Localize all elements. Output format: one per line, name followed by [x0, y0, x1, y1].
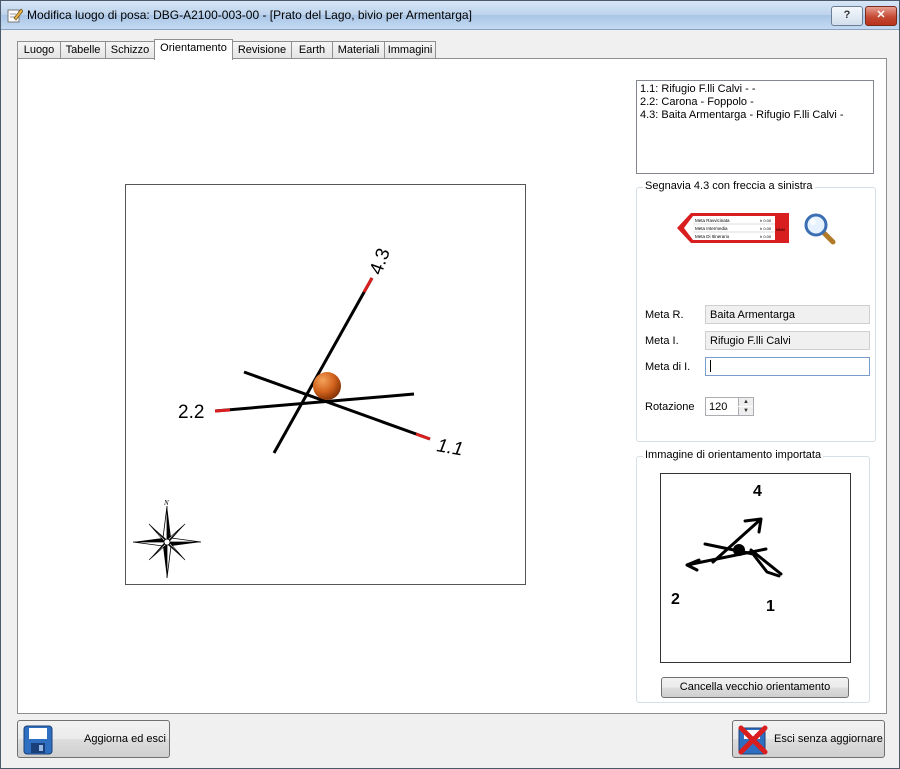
rotazione-value: 120 — [709, 401, 728, 413]
direction-line-4-3 — [272, 277, 374, 454]
sketch-label-2: 2 — [671, 591, 680, 608]
list-item[interactable]: 2.2: Carona - Foppolo - — [640, 96, 870, 109]
rotazione-label: Rotazione — [645, 401, 695, 413]
rotazione-spinner[interactable]: 120 ▲ ▼ — [705, 397, 754, 416]
window-title: Modifica luogo di posa: DBG-A2100-003-00… — [27, 8, 472, 22]
sign-row-label: Meta Di Itinerario — [695, 234, 730, 239]
title-bar[interactable]: Modifica luogo di posa: DBG-A2100-003-00… — [1, 1, 899, 30]
tab-label: Earth — [298, 44, 326, 56]
text-cursor — [710, 360, 711, 373]
tab-label: Immagini — [387, 44, 433, 56]
tab-label: Orientamento — [160, 42, 227, 54]
orientation-canvas[interactable]: 4.3 2.2 1.1 N — [125, 184, 526, 585]
tab-schizzo[interactable]: Schizzo — [105, 41, 155, 59]
cancel-orientation-button[interactable]: Cancella vecchio orientamento — [661, 677, 849, 698]
close-icon: ✕ — [876, 9, 886, 21]
imported-orientation-image: 4 2 1 — [660, 473, 851, 663]
meta-r-field: Baita Armentarga — [705, 305, 870, 324]
compass-north-label: N — [163, 499, 169, 507]
meta-di-i-label: Meta di I. — [645, 361, 691, 373]
meta-r-label: Meta R. — [645, 309, 684, 321]
close-button[interactable]: ✕ — [865, 6, 897, 26]
help-icon: ? — [843, 9, 851, 21]
tab-earth[interactable]: Earth — [291, 41, 333, 59]
imported-group-title: Immagine di orientamento importata — [643, 449, 824, 461]
tab-label: Revisione — [237, 44, 287, 56]
sign-row-label: Meta Ravvicinata — [695, 218, 730, 223]
tab-label: Materiali — [337, 44, 380, 56]
tab-label: Schizzo — [110, 44, 150, 56]
trail-sign-arrow-icon: Meta Ravvicinata Meta Intermedia Meta Di… — [677, 213, 789, 243]
meta-i-field: Rifugio F.lli Calvi — [705, 331, 870, 350]
tab-label: Tabelle — [65, 44, 101, 56]
list-item[interactable]: 1.1: Rifugio F.lli Calvi - - — [640, 83, 870, 96]
imported-sketch: 4 2 1 — [671, 483, 783, 615]
save-and-exit-label: Aggiorna ed esci — [84, 733, 166, 745]
cancel-orientation-label: Cancella vecchio orientamento — [679, 681, 831, 693]
help-button[interactable]: ? — [831, 6, 863, 26]
floppy-disk-icon — [23, 725, 53, 755]
sketch-label-1: 1 — [766, 598, 775, 615]
tab-tabelle[interactable]: Tabelle — [60, 41, 106, 59]
tab-revisione[interactable]: Revisione — [232, 41, 292, 59]
sketch-label-4: 4 — [753, 483, 762, 500]
compass-rose-icon: N — [132, 499, 202, 579]
label-1-1: 1.1 — [435, 435, 465, 460]
meta-di-i-input[interactable] — [705, 357, 870, 376]
save-and-exit-button[interactable]: Aggiorna ed esci — [17, 720, 170, 758]
direction-tip-2-2 — [214, 408, 231, 413]
edit-pencil-icon — [7, 8, 23, 23]
sign-group-title: Segnavia 4.3 con freccia a sinistra — [643, 180, 815, 192]
label-4-3: 4.3 — [366, 246, 395, 278]
center-marker — [313, 372, 341, 400]
list-item[interactable]: 4.3: Baita Armentarga - Rifugio F.lli Ca… — [640, 109, 870, 122]
direction-tip-4-3 — [362, 277, 374, 293]
exit-without-saving-label: Esci senza aggiornare — [774, 733, 883, 745]
sign-time: h 0.00 — [760, 218, 772, 223]
tab-label: Luogo — [23, 44, 55, 56]
spin-down-icon[interactable]: ▼ — [738, 407, 753, 415]
tab-orientamento[interactable]: Orientamento — [154, 39, 233, 60]
direction-tip-1-1 — [415, 432, 431, 441]
meta-i-label: Meta I. — [645, 335, 679, 347]
directions-listbox[interactable]: 1.1: Rifugio F.lli Calvi - - 2.2: Carona… — [636, 80, 874, 174]
orientation-diagram: 4.3 2.2 1.1 N — [132, 246, 465, 579]
tab-luogo[interactable]: Luogo — [17, 41, 61, 59]
exit-without-saving-button[interactable]: Esci senza aggiornare — [732, 720, 885, 758]
spin-up-icon[interactable]: ▲ — [738, 398, 753, 406]
sign-row-label: Meta Intermedia — [695, 226, 728, 231]
sign-code: NNN — [776, 227, 785, 232]
sign-time: h 0.00 — [760, 234, 772, 239]
label-2-2: 2.2 — [178, 402, 204, 423]
dialog-window: Modifica luogo di posa: DBG-A2100-003-00… — [0, 0, 900, 769]
tab-materiali[interactable]: Materiali — [332, 41, 385, 59]
cancel-red-x-icon — [738, 725, 768, 755]
tab-immagini[interactable]: Immagini — [384, 41, 436, 59]
sign-time: h 0.00 — [760, 226, 772, 231]
magnifier-zoom-icon[interactable] — [804, 213, 836, 245]
